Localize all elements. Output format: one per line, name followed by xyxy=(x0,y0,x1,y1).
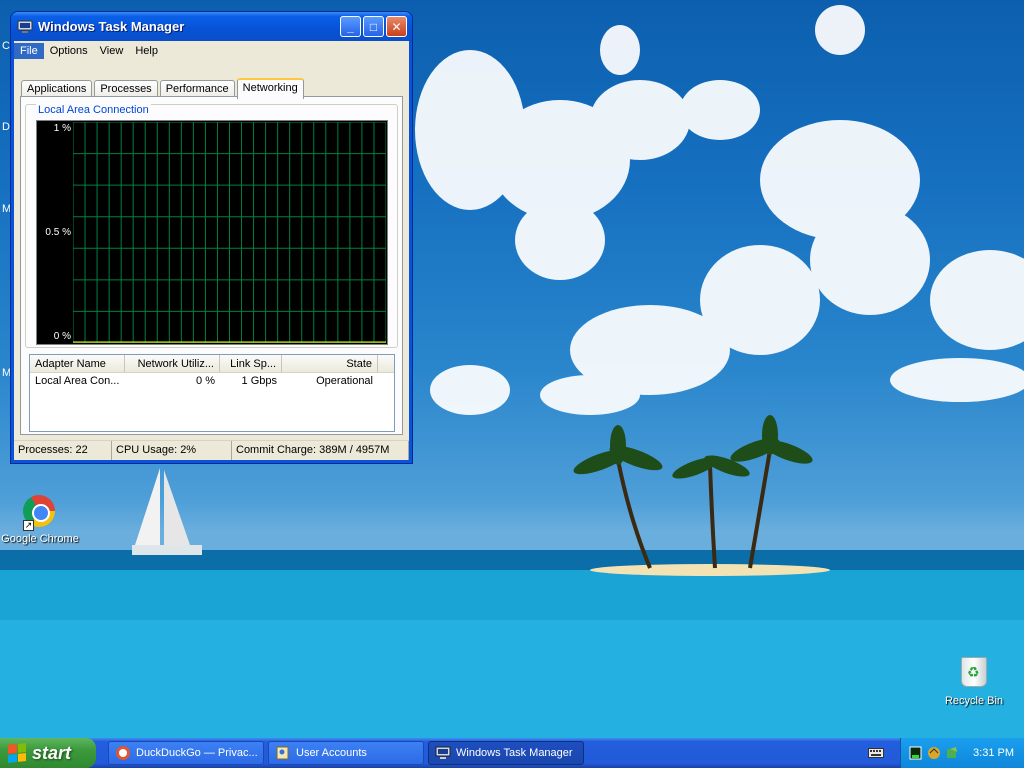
cell-adapter-name: Local Area Con... xyxy=(35,375,120,387)
system-tray: 3:31 PM xyxy=(900,738,1024,768)
maximize-button[interactable]: □ xyxy=(363,16,384,37)
task-manager-icon xyxy=(435,746,451,759)
menu-view[interactable]: View xyxy=(94,43,130,59)
user-accounts-icon xyxy=(276,746,289,760)
title-bar[interactable]: Windows Task Manager _ □ ✕ xyxy=(11,12,412,41)
status-bar: Processes: 22 CPU Usage: 2% Commit Charg… xyxy=(14,440,409,460)
desktop-icon-google-chrome[interactable]: ↗ Google Chrome xyxy=(0,495,80,545)
browser-icon xyxy=(116,746,130,760)
cell-link-speed: 1 Gbps xyxy=(241,375,277,387)
graph-y-label-mid: 0.5 % xyxy=(45,227,71,238)
connection-group: Local Area Connection 1 % 0.5 % 0 % xyxy=(25,104,398,348)
column-adapter-name[interactable]: Adapter Name xyxy=(30,355,125,372)
chrome-icon: ↗ xyxy=(23,495,57,531)
status-commit-charge: Commit Charge: 389M / 4957M xyxy=(232,441,409,460)
tab-networking[interactable]: Networking xyxy=(236,78,304,99)
taskbar-button-user-accounts[interactable]: User Accounts xyxy=(268,741,424,765)
connection-group-label: Local Area Connection xyxy=(36,104,151,116)
taskbar-button-label: User Accounts xyxy=(296,747,367,759)
adapter-table[interactable]: Adapter Name Network Utiliz... Link Sp..… xyxy=(29,354,395,432)
desktop-edge-label: D xyxy=(2,121,10,133)
task-manager-window: Windows Task Manager _ □ ✕ File Options … xyxy=(10,11,413,464)
tab-strip: Applications Processes Performance Netwo… xyxy=(21,77,306,99)
adapter-table-header: Adapter Name Network Utiliz... Link Sp..… xyxy=(30,355,394,373)
column-network-utilization[interactable]: Network Utiliz... xyxy=(125,355,220,372)
shortcut-arrow-icon: ↗ xyxy=(23,520,34,531)
menu-file[interactable]: File xyxy=(14,42,44,59)
menu-bar: File Options View Help xyxy=(14,41,409,60)
table-row[interactable]: Local Area Con... 0 % 1 Gbps Operational xyxy=(30,373,394,389)
network-utilization-graph: 1 % 0.5 % 0 % xyxy=(36,120,388,345)
cpu-meter-icon[interactable] xyxy=(909,746,923,760)
taskbar-button-task-manager[interactable]: Windows Task Manager xyxy=(428,741,584,765)
cell-state: Operational xyxy=(316,375,373,387)
cell-network-utilization: 0 % xyxy=(196,375,215,387)
status-cpu-usage: CPU Usage: 2% xyxy=(112,441,232,460)
taskbar-button-label: Windows Task Manager xyxy=(456,747,573,759)
close-button[interactable]: ✕ xyxy=(386,16,407,37)
clock[interactable]: 3:31 PM xyxy=(973,747,1014,759)
task-manager-icon xyxy=(17,20,33,33)
taskbar: start DuckDuckGo — Privac... User Accoun… xyxy=(0,738,1024,768)
status-processes: Processes: 22 xyxy=(14,441,112,460)
column-link-speed[interactable]: Link Sp... xyxy=(220,355,282,372)
start-label: start xyxy=(32,742,72,763)
column-state[interactable]: State xyxy=(282,355,378,372)
window-client: File Options View Help Applications Proc… xyxy=(14,41,409,460)
menu-help[interactable]: Help xyxy=(129,43,164,59)
desktop-icon-recycle-bin[interactable]: Recycle Bin xyxy=(934,657,1014,707)
graph-y-label-max: 1 % xyxy=(53,123,71,134)
start-button[interactable]: start xyxy=(0,738,96,768)
taskbar-button-label: DuckDuckGo — Privac... xyxy=(136,747,258,759)
windows-logo-icon xyxy=(8,743,26,763)
desktop-icon-label: Recycle Bin xyxy=(944,695,1004,707)
menu-options[interactable]: Options xyxy=(44,43,94,59)
tray-app-icon[interactable] xyxy=(945,746,959,760)
minimize-button[interactable]: _ xyxy=(340,16,361,37)
desktop-icon-label: Google Chrome xyxy=(1,533,79,545)
graph-y-label-min: 0 % xyxy=(53,331,71,342)
desktop-edge-label: C xyxy=(2,40,10,52)
networking-pane: Local Area Connection 1 % 0.5 % 0 % Adap… xyxy=(20,96,403,435)
graph-grid xyxy=(73,122,386,343)
recycle-bin-icon xyxy=(957,657,991,691)
window-title: Windows Task Manager xyxy=(38,19,185,34)
taskbar-button-duckduckgo[interactable]: DuckDuckGo — Privac... xyxy=(108,741,264,765)
keyboard-icon[interactable] xyxy=(868,746,884,760)
network-icon[interactable] xyxy=(927,746,941,760)
